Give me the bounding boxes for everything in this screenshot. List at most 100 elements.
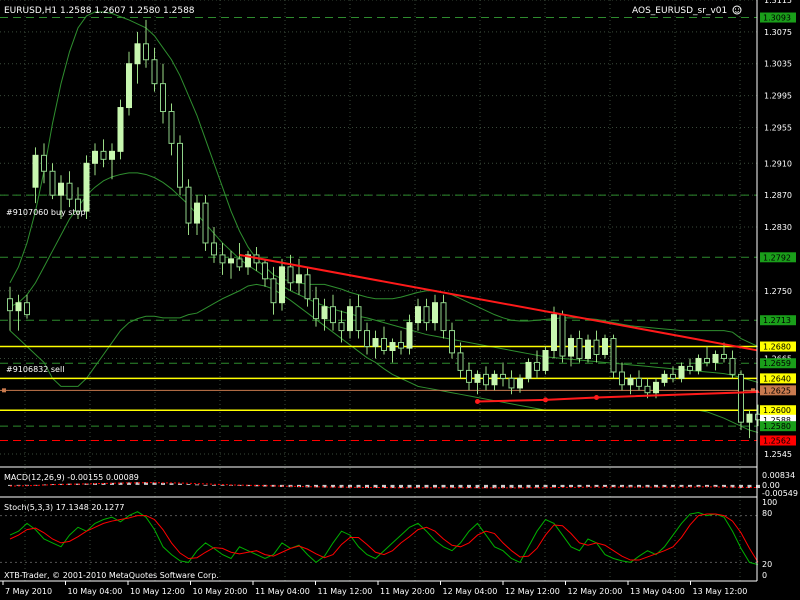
candle-body[interactable]	[372, 338, 379, 348]
candle-body[interactable]	[712, 353, 719, 363]
candle-body[interactable]	[746, 413, 753, 423]
candle-body[interactable]	[330, 306, 336, 324]
candle-body[interactable]	[721, 353, 727, 359]
candle-body[interactable]	[576, 338, 583, 359]
candle-body[interactable]	[551, 314, 557, 351]
candle-body[interactable]	[185, 186, 192, 224]
candle-body[interactable]	[160, 83, 166, 113]
candle-body[interactable]	[228, 258, 234, 264]
candle-body[interactable]	[483, 373, 489, 386]
candle-body[interactable]	[704, 357, 710, 363]
stoch-scale-80: 80	[762, 509, 772, 518]
candle-body[interactable]	[398, 342, 404, 349]
candle-body[interactable]	[457, 352, 464, 371]
candle-body[interactable]	[49, 170, 56, 196]
candle-body[interactable]	[151, 59, 158, 85]
order-label-sell[interactable]: #9106832 sell	[6, 365, 64, 374]
candle-body[interactable]	[423, 306, 430, 324]
candle-body[interactable]	[211, 242, 217, 256]
candle-body[interactable]	[313, 298, 319, 320]
candle-body[interactable]	[644, 385, 651, 394]
candle-body[interactable]	[670, 373, 676, 379]
candle-body[interactable]	[381, 338, 387, 351]
candle-body[interactable]	[585, 339, 591, 359]
candle-body[interactable]	[440, 302, 447, 332]
candle-body[interactable]	[347, 306, 353, 332]
candle-body[interactable]	[287, 266, 294, 284]
candle-body[interactable]	[338, 322, 345, 332]
candle-body[interactable]	[534, 361, 540, 371]
time-label: 12 May 04:00	[443, 587, 498, 596]
candle-body[interactable]	[117, 107, 124, 152]
candle-body[interactable]	[279, 266, 285, 304]
candle-body[interactable]	[636, 377, 642, 387]
chart-window[interactable]: 1.3115 1.3093 1.3075 1.3035 1.2995 1.2955 1.29…	[0, 0, 800, 600]
candle-body[interactable]	[177, 142, 183, 188]
candle-body[interactable]	[593, 339, 600, 355]
candle-body[interactable]	[304, 274, 311, 300]
candle-body[interactable]	[262, 262, 268, 280]
candle-body[interactable]	[355, 306, 362, 332]
candle-body[interactable]	[568, 338, 574, 357]
candle-body[interactable]	[236, 258, 243, 268]
candle-body[interactable]	[415, 306, 421, 324]
candle-body[interactable]	[92, 150, 98, 164]
candle-body[interactable]	[610, 338, 617, 373]
candle-body[interactable]	[143, 43, 149, 61]
candle-body[interactable]	[58, 182, 64, 196]
time-label: 10 May 12:00	[130, 587, 185, 596]
candle-body[interactable]	[109, 150, 115, 160]
candle-body[interactable]	[627, 377, 634, 386]
candle-body[interactable]	[15, 302, 22, 312]
candle-body[interactable]	[219, 254, 226, 264]
candle-body[interactable]	[559, 314, 566, 357]
candle-body[interactable]	[202, 202, 209, 244]
candle-body[interactable]	[474, 373, 481, 383]
candle-body[interactable]	[729, 357, 736, 375]
candle-body[interactable]	[7, 298, 13, 312]
candle-body[interactable]	[653, 381, 659, 394]
candle-body[interactable]	[32, 154, 39, 188]
candle-body[interactable]	[270, 278, 277, 304]
candle-body[interactable]	[517, 377, 523, 389]
candle-body[interactable]	[687, 365, 693, 371]
candle-body[interactable]	[619, 371, 625, 386]
candle-body[interactable]	[491, 373, 498, 386]
macd-histogram-bar	[535, 484, 539, 488]
candle-body[interactable]	[678, 365, 685, 379]
candle-body[interactable]	[500, 373, 506, 379]
candle-body[interactable]	[194, 202, 200, 224]
price-level-tag-label: 1.2640	[763, 374, 791, 383]
candle-body[interactable]	[24, 302, 30, 316]
candle-body[interactable]	[466, 369, 472, 383]
candle-body[interactable]	[432, 302, 438, 324]
candle-body[interactable]	[389, 342, 396, 351]
candle-body[interactable]	[755, 413, 761, 421]
candle-body[interactable]	[168, 111, 175, 144]
candle-body[interactable]	[602, 338, 608, 355]
candle-body[interactable]	[296, 274, 302, 284]
candle-body[interactable]	[126, 63, 132, 109]
candle-body[interactable]	[134, 43, 141, 65]
price-tick-label: 1.2870	[764, 191, 792, 200]
candle-body[interactable]	[508, 377, 515, 389]
macd-histogram-bar	[577, 484, 582, 487]
candle-body[interactable]	[41, 154, 47, 172]
candle-body[interactable]	[321, 306, 328, 320]
candle-body[interactable]	[525, 361, 532, 379]
candle-body[interactable]	[661, 373, 668, 383]
candle-body[interactable]	[738, 373, 744, 423]
candle-body[interactable]	[542, 349, 549, 371]
support-point-marker[interactable]	[594, 394, 599, 400]
order-label-buy-stop[interactable]: #9107060 buy stop	[6, 208, 86, 217]
candle-body[interactable]	[406, 322, 413, 349]
candle-body[interactable]	[100, 150, 107, 160]
candle-body[interactable]	[66, 182, 73, 200]
support-point-marker[interactable]	[475, 398, 480, 404]
macd-histogram-bar	[560, 484, 565, 488]
candle-body[interactable]	[83, 162, 90, 212]
candle-body[interactable]	[695, 357, 702, 371]
candle-body[interactable]	[449, 330, 455, 354]
support-point-marker[interactable]	[543, 397, 548, 403]
candle-body[interactable]	[364, 330, 370, 348]
